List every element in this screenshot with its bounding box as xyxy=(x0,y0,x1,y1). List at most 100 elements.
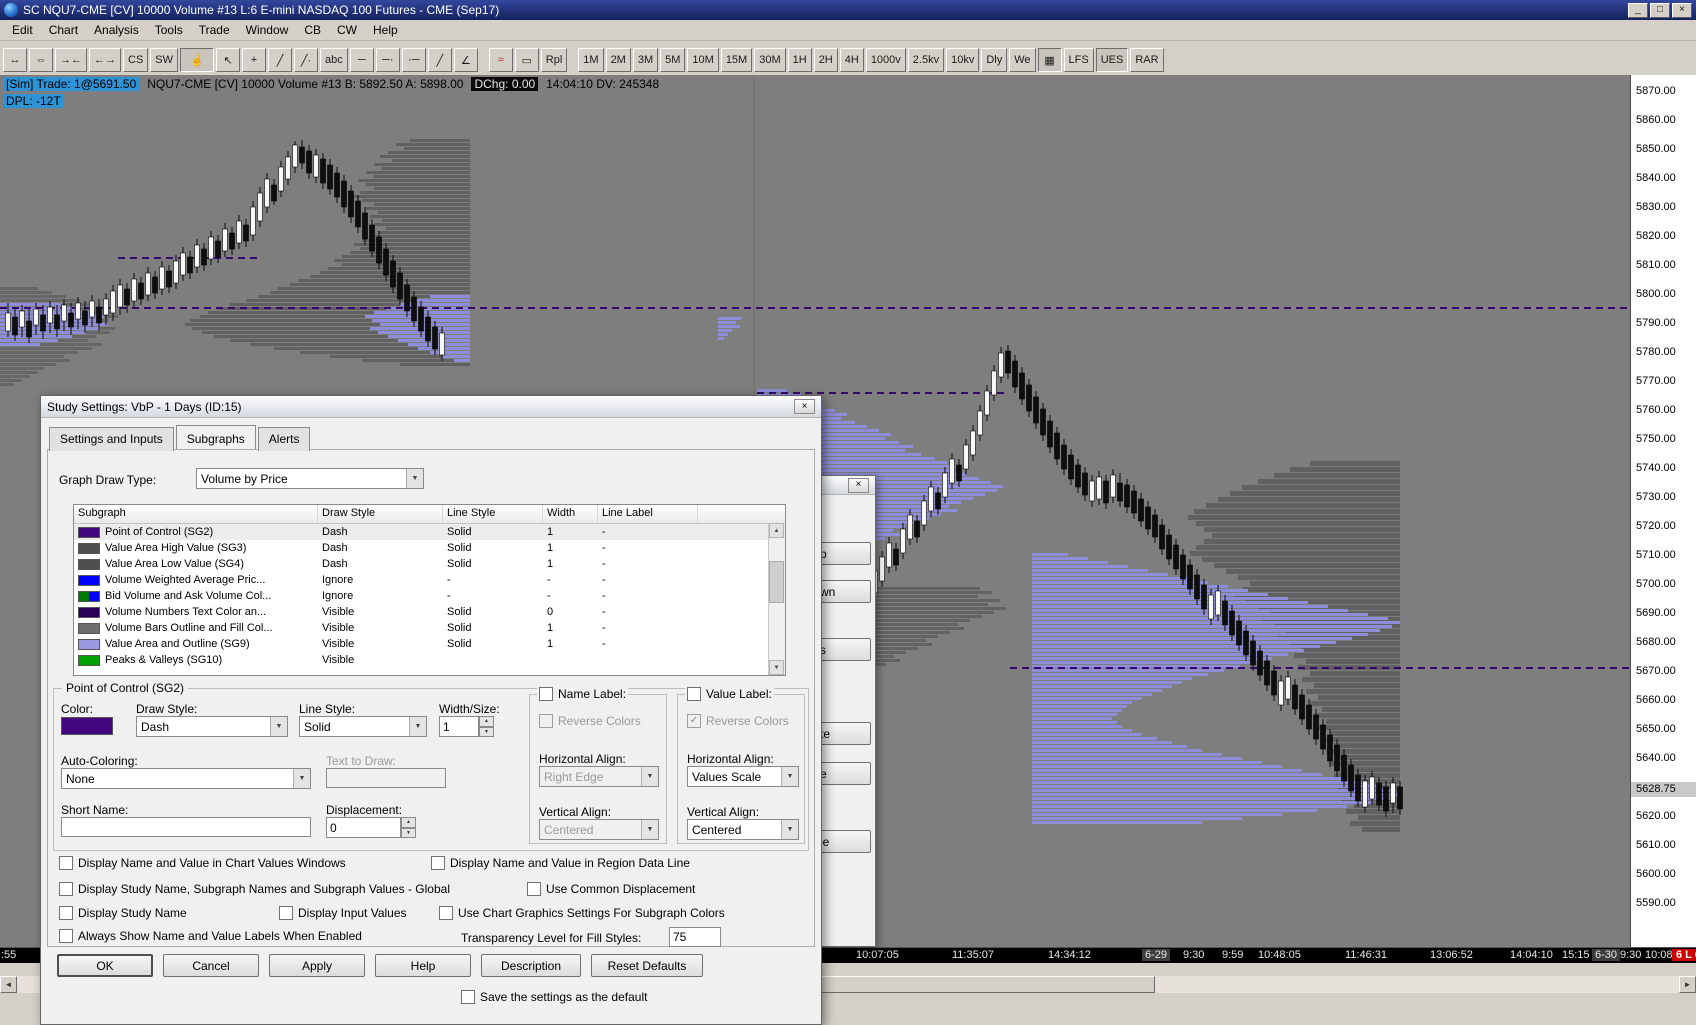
bar-spacing-icon[interactable]: ↔ xyxy=(3,48,27,72)
timeframe-1000v-button[interactable]: 1000v xyxy=(865,48,906,72)
width-size-input[interactable] xyxy=(439,716,479,737)
use-chart-graphics-settings-checkbox[interactable]: Use Chart Graphics Settings For Subgraph… xyxy=(439,906,725,920)
timeframe-weekly-button[interactable]: We xyxy=(1009,48,1036,72)
angle-tool-icon[interactable]: ∠ xyxy=(453,48,478,72)
close-icon[interactable]: × xyxy=(1672,2,1692,18)
description-button[interactable]: Description xyxy=(481,954,581,977)
name-horizontal-align-select[interactable]: Right Edge ▼ xyxy=(539,766,659,787)
background-dialog-button[interactable]: s xyxy=(816,638,871,661)
value-reverse-colors-checkbox[interactable]: ✓ Reverse Colors xyxy=(687,714,789,728)
timeframe-10kv-button[interactable]: 10kv xyxy=(946,48,980,72)
trendline-tool-icon[interactable]: ╱ xyxy=(268,48,293,72)
timeframe-1h-button[interactable]: 1H xyxy=(787,48,812,72)
menu-item-edit[interactable]: Edit xyxy=(4,21,41,39)
timeframe-2m-button[interactable]: 2M xyxy=(605,48,631,72)
ray-tool-icon[interactable]: ╱· xyxy=(294,48,319,72)
multi-line-tool-icon[interactable]: ≈ xyxy=(488,48,513,72)
apply-button[interactable]: Apply xyxy=(269,954,365,977)
spin-down-icon[interactable]: ▼ xyxy=(479,726,494,737)
value-horizontal-align-select[interactable]: Values Scale ▼ xyxy=(687,766,799,787)
menu-item-chart[interactable]: Chart xyxy=(41,21,86,39)
bar-spacing-wide-icon[interactable]: ⇔ xyxy=(29,48,53,72)
compress-bars-icon[interactable]: →← xyxy=(55,48,87,72)
scroll-up-icon[interactable]: ▲ xyxy=(769,523,784,538)
table-row[interactable]: Value Area and Outline (SG9) Visible Solid… xyxy=(74,636,785,652)
displacement-stepper[interactable]: ▲▼ xyxy=(326,817,416,838)
column-header[interactable]: Line Label xyxy=(598,505,698,523)
auto-coloring-select[interactable]: None ▼ xyxy=(61,768,311,789)
rar-button[interactable]: RAR xyxy=(1130,48,1164,72)
name-reverse-colors-checkbox[interactable]: Reverse Colors xyxy=(539,714,641,728)
ok-button[interactable]: OK xyxy=(57,954,153,977)
display-input-values-checkbox[interactable]: Display Input Values xyxy=(279,906,407,920)
scrollbar-thumb[interactable] xyxy=(815,976,1155,993)
tab-alerts[interactable]: Alerts xyxy=(257,427,311,451)
text-tool-button[interactable]: abc xyxy=(320,48,348,72)
reset-defaults-button[interactable]: Reset Defaults xyxy=(591,954,703,977)
ues-button[interactable]: UES xyxy=(1095,48,1129,72)
background-dialog-button[interactable]: le xyxy=(816,830,871,853)
menu-item-analysis[interactable]: Analysis xyxy=(86,21,147,39)
tab-settings-and-inputs[interactable]: Settings and Inputs xyxy=(49,427,174,451)
table-row[interactable]: Bid Volume and Ask Volume Col... Ignore - -… xyxy=(74,588,785,604)
background-dialog-button[interactable]: e xyxy=(816,762,871,785)
background-dialog-button[interactable]: wn xyxy=(816,580,871,603)
hand-tool-icon[interactable]: ☝ xyxy=(180,48,215,72)
menu-item-help[interactable]: Help xyxy=(365,21,406,39)
timeframe-4h-button[interactable]: 4H xyxy=(839,48,864,72)
background-dialog-titlebar[interactable]: × xyxy=(813,476,875,495)
timeframe-5m-button[interactable]: 5M xyxy=(660,48,686,72)
chart-settings-button[interactable]: CS xyxy=(123,48,149,72)
save-settings-default-checkbox[interactable]: Save the settings as the default xyxy=(461,990,647,1004)
scroll-left-icon[interactable]: ◄ xyxy=(0,976,17,993)
background-dialog-button[interactable]: te xyxy=(816,722,871,745)
horizontal-line-tool-icon[interactable]: ─ xyxy=(349,48,374,72)
spin-up-icon[interactable]: ▲ xyxy=(479,716,494,727)
short-name-input[interactable] xyxy=(61,817,311,837)
table-row[interactable]: Value Area Low Value (SG4) Dash Solid 1 - xyxy=(74,556,785,572)
displacement-input[interactable] xyxy=(326,817,401,838)
transparency-level-input[interactable] xyxy=(669,927,721,947)
scroll-right-icon[interactable]: ► xyxy=(1679,976,1696,993)
timeframe-2h-button[interactable]: 2H xyxy=(813,48,838,72)
column-header[interactable]: Subgraph xyxy=(74,505,318,523)
crosshair-tool-icon[interactable]: + xyxy=(242,48,267,72)
study-window-button[interactable]: SW xyxy=(150,48,179,72)
cancel-button[interactable]: Cancel xyxy=(163,954,259,977)
table-row[interactable]: Volume Numbers Text Color an... Visible So… xyxy=(74,604,785,620)
extending-line-tool-icon[interactable]: ·─ xyxy=(401,48,426,72)
column-header[interactable]: Width xyxy=(543,505,598,523)
menu-item-tools[interactable]: Tools xyxy=(147,21,191,39)
column-header[interactable]: Draw Style xyxy=(318,505,443,523)
timeframe-3m-button[interactable]: 3M xyxy=(632,48,659,72)
table-scrollbar[interactable]: ▲ ▼ xyxy=(768,523,785,675)
tab-subgraphs[interactable]: Subgraphs xyxy=(175,425,256,449)
menu-item-window[interactable]: Window xyxy=(238,21,297,39)
name-label-checkbox[interactable]: Name Label: xyxy=(537,687,629,701)
tpo-grid-icon[interactable]: ▦ xyxy=(1037,48,1062,72)
maximize-icon[interactable]: □ xyxy=(1650,2,1670,18)
text-to-draw-input[interactable] xyxy=(326,768,446,788)
table-row[interactable]: Value Area High Value (SG3) Dash Solid 1 - xyxy=(74,540,785,556)
close-icon[interactable]: × xyxy=(848,477,869,493)
help-button[interactable]: Help xyxy=(375,954,471,977)
spin-up-icon[interactable]: ▲ xyxy=(401,817,416,828)
replay-button[interactable]: Rpl xyxy=(540,48,568,72)
price-scale[interactable]: 5870.00 5860.00 5850.00 5840.00 5830.00 5820.… xyxy=(1630,75,1696,947)
line-style-select[interactable]: Solid ▼ xyxy=(299,716,427,737)
menu-item-cw[interactable]: CW xyxy=(329,21,365,39)
name-vertical-align-select[interactable]: Centered ▼ xyxy=(539,819,659,840)
timeframe-2-5kv-button[interactable]: 2.5kv xyxy=(907,48,945,72)
display-name-value-region-data-line-checkbox[interactable]: Display Name and Value in Region Data Li… xyxy=(431,856,690,870)
display-study-name-subgraph-global-checkbox[interactable]: Display Study Name, Subgraph Names and S… xyxy=(59,882,450,896)
use-common-displacement-checkbox[interactable]: Use Common Displacement xyxy=(527,882,695,896)
expand-bars-icon[interactable]: ←→ xyxy=(89,48,121,72)
display-study-name-checkbox[interactable]: Display Study Name xyxy=(59,906,187,920)
menu-item-trade[interactable]: Trade xyxy=(191,21,238,39)
horizontal-ray-tool-icon[interactable]: ─· xyxy=(375,48,400,72)
minimize-icon[interactable]: _ xyxy=(1628,2,1648,18)
table-row[interactable]: Point of Control (SG2) Dash Solid 1 - xyxy=(74,524,785,540)
dialog-titlebar[interactable]: Study Settings: VbP - 1 Days (ID:15) × xyxy=(41,396,821,418)
display-name-value-chart-windows-checkbox[interactable]: Display Name and Value in Chart Values W… xyxy=(59,856,346,870)
always-show-name-value-labels-checkbox[interactable]: Always Show Name and Value Labels When E… xyxy=(59,929,362,943)
